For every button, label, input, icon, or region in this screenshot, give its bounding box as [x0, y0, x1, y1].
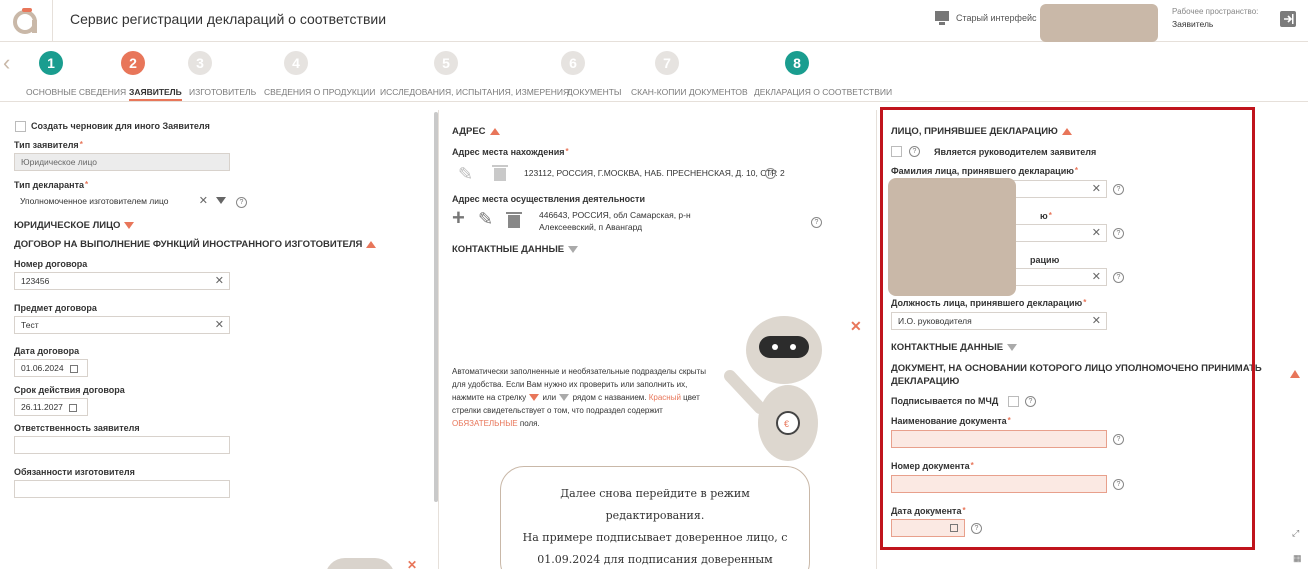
manufacturer-duties-label: Обязанности изготовителя [14, 467, 135, 477]
contract-term-value: 26.11.2027 [21, 402, 63, 412]
workspace-value: Заявитель [1172, 19, 1214, 29]
applicant-responsibility-label: Ответственность заявителя [14, 423, 140, 433]
close-icon[interactable]: ✕ [407, 558, 417, 569]
declarant-type-value: Уполномоченное изготовителем лицо [20, 196, 169, 206]
step-7-circle[interactable]: 7 [655, 51, 679, 75]
step-3-circle[interactable]: 3 [188, 51, 212, 75]
declarant-type-select[interactable]: Уполномоченное изготовителем лицо ✕ [14, 193, 230, 211]
help-icon[interactable]: ? [811, 217, 822, 228]
collapse-triangle-icon[interactable] [489, 127, 500, 135]
grid-icon[interactable]: ▦ [1293, 553, 1302, 564]
expand-triangle-icon[interactable] [124, 221, 135, 229]
draft-checkbox-label: Создать черновик для иного Заявителя [31, 121, 210, 131]
tab-scan-copies[interactable]: СКАН-КОПИИ ДОКУМЕНТОВ [631, 87, 748, 97]
contract-number-value: 123456 [21, 276, 50, 286]
trash-icon[interactable] [492, 164, 508, 182]
svg-text:€: € [784, 419, 789, 429]
app-title: Сервис регистрации деклараций о соответс… [70, 11, 387, 27]
scroll-up-icon[interactable] [1290, 370, 1300, 378]
applicant-responsibility-field[interactable] [14, 436, 230, 454]
draft-checkbox[interactable] [15, 121, 26, 132]
app-header: Сервис регистрации деклараций о соответс… [0, 0, 1308, 42]
back-arrow-icon[interactable]: ‹ [3, 50, 10, 76]
expand-triangle-icon[interactable] [568, 245, 579, 253]
tab-research[interactable]: ИССЛЕДОВАНИЯ, ИСПЫТАНИЯ, ИЗМЕРЕНИЯ [380, 87, 569, 97]
collapse-triangle-icon[interactable] [366, 240, 377, 248]
contract-term-field[interactable]: 26.11.2027 [14, 398, 88, 416]
step-5-circle[interactable]: 5 [434, 51, 458, 75]
step-4-circle[interactable]: 4 [284, 51, 308, 75]
step-1-circle[interactable]: 1 [39, 51, 63, 75]
red-triangle-icon [529, 394, 540, 402]
expand-icon[interactable]: ⤢ [1292, 528, 1299, 539]
tab-basic-info[interactable]: ОСНОВНЫЕ СВЕДЕНИЯ [26, 87, 126, 97]
contract-date-field[interactable]: 01.06.2024 [14, 359, 88, 377]
tab-manufacturer[interactable]: ИЗГОТОВИТЕЛЬ [189, 87, 256, 97]
manufacturer-duties-field[interactable] [14, 480, 230, 498]
column-divider [438, 110, 439, 569]
logo-icon[interactable] [10, 6, 42, 36]
activity-address-value: 446643, РОССИЯ, обл Самарская, р-н Алекс… [539, 210, 691, 232]
contract-subject-field[interactable]: Тест ✕ [14, 316, 230, 334]
robot-assistant-illustration: € [724, 316, 822, 461]
contract-subject-value: Тест [21, 320, 39, 330]
tab-declaration[interactable]: ДЕКЛАРАЦИЯ О СООТВЕТСТВИИ [754, 87, 892, 97]
activity-address-label: Адрес места осуществления деятельности [452, 194, 645, 204]
tutorial-speech-bubble: Далее снова перейдите в режим редактиров… [500, 466, 810, 569]
tab-product-info[interactable]: СВЕДЕНИЯ О ПРОДУКЦИИ [264, 87, 375, 97]
workspace-label: Рабочее пространство: [1172, 7, 1259, 16]
close-icon[interactable]: ✕ [850, 318, 862, 335]
contract-section[interactable]: ДОГОВОР НА ВЫПОЛНЕНИЕ ФУНКЦИЙ ИНОСТРАННО… [14, 239, 377, 250]
add-plus-icon[interactable]: + [452, 207, 465, 229]
calendar-icon[interactable] [69, 364, 78, 373]
help-icon[interactable]: ? [236, 197, 247, 208]
trash-icon[interactable] [506, 211, 522, 229]
chevron-down-icon[interactable] [216, 197, 226, 204]
address-section[interactable]: АДРЕС [452, 126, 500, 137]
clear-icon[interactable]: ✕ [199, 193, 208, 209]
step-8-circle[interactable]: 8 [785, 51, 809, 75]
applicant-type-field[interactable]: Юридическое лицо [14, 153, 230, 171]
contract-term-label: Срок действия договора [14, 385, 125, 395]
wizard-stepper: ‹ 1 2 3 4 5 6 7 8 ОСНОВНЫЕ СВЕДЕНИЯ ЗАЯВ… [0, 42, 1308, 102]
edit-pencil-icon[interactable]: ✎ [458, 164, 473, 185]
location-address-label: Адрес места нахождения* [452, 147, 569, 157]
contract-subject-label: Предмет договора [14, 303, 97, 313]
contract-date-value: 01.06.2024 [21, 363, 64, 373]
step-2-circle[interactable]: 2 [121, 51, 145, 75]
edit-pencil-icon[interactable]: ✎ [478, 209, 493, 230]
step-6-circle[interactable]: 6 [561, 51, 585, 75]
old-interface-label: Старый интерфейс [956, 13, 1037, 23]
contract-number-field[interactable]: 123456 ✕ [14, 272, 230, 290]
calendar-icon[interactable] [68, 403, 77, 412]
redacted-user-block [1040, 4, 1158, 42]
hint-text: Автоматически заполненные и необязательн… [452, 367, 706, 428]
old-interface-link[interactable]: Старый интерфейс [934, 10, 1037, 26]
help-icon[interactable]: ? [765, 168, 776, 179]
robot-head-partial [325, 558, 395, 569]
logout-icon[interactable] [1280, 11, 1296, 27]
contract-number-label: Номер договора [14, 259, 88, 269]
header-divider [52, 0, 53, 42]
legal-entity-section[interactable]: ЮРИДИЧЕСКОЕ ЛИЦО [14, 220, 135, 231]
applicant-column: Создать черновик для иного Заявителя Тип… [0, 110, 435, 569]
declarant-type-label: Тип декларанта* [14, 180, 89, 190]
grey-triangle-icon [559, 394, 570, 402]
contract-date-label: Дата договора [14, 346, 80, 356]
workspace-selector[interactable]: Рабочее пространство: Заявитель [1172, 6, 1258, 30]
clear-icon[interactable]: ✕ [215, 273, 224, 289]
tab-applicant[interactable]: ЗАЯВИТЕЛЬ [129, 87, 182, 101]
annotation-highlight-box [880, 107, 1255, 550]
monitor-icon [935, 11, 949, 25]
tab-documents[interactable]: ДОКУМЕНТЫ [567, 87, 621, 97]
clear-icon[interactable]: ✕ [215, 317, 224, 333]
applicant-type-label: Тип заявителя* [14, 140, 83, 150]
location-address-value: 123112, РОССИЯ, Г.МОСКВА, НАБ. ПРЕСНЕНСК… [524, 168, 785, 178]
contacts-section[interactable]: КОНТАКТНЫЕ ДАННЫЕ [452, 244, 579, 255]
